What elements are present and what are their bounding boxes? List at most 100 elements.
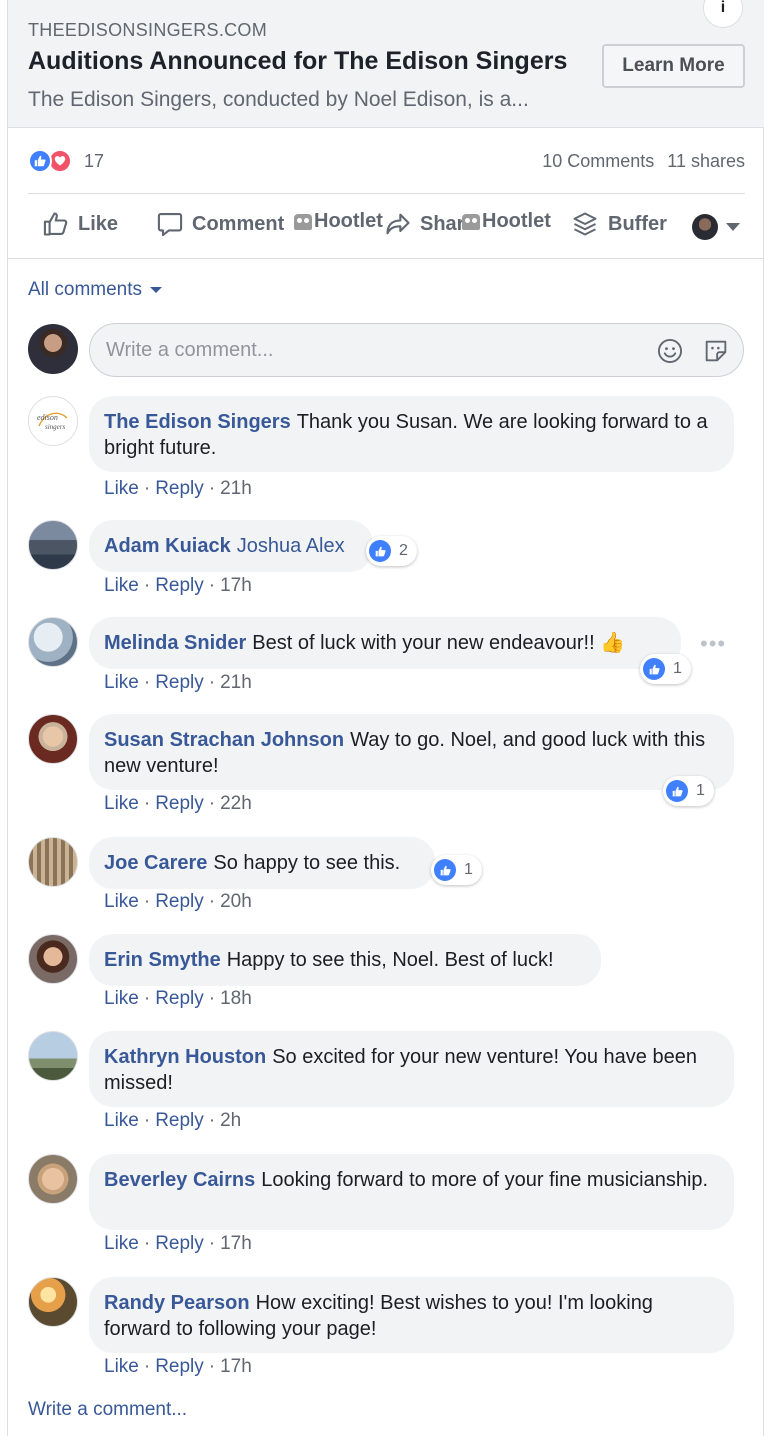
comment-reply-link[interactable]: Reply: [155, 1110, 204, 1131]
comment-meta: Like · Reply · 21h: [104, 672, 252, 693]
comment-reactions[interactable]: 1: [663, 776, 714, 806]
comment-reply-link[interactable]: Reply: [155, 672, 204, 693]
commenter-name[interactable]: The Edison Singers: [104, 411, 291, 433]
comment-meta: Like · Reply · 21h: [104, 478, 252, 499]
avatar[interactable]: [28, 1031, 78, 1081]
avatar[interactable]: [28, 837, 78, 887]
link-preview[interactable]: i THEEDISONSINGERS.COM Auditions Announc…: [8, 0, 764, 128]
comment-like-link[interactable]: Like: [104, 1233, 139, 1254]
write-comment-row: [28, 322, 745, 378]
write-comment-link[interactable]: Write a comment...: [28, 1399, 187, 1421]
comment-reactions[interactable]: 1: [431, 855, 482, 885]
learn-more-button[interactable]: Learn More: [602, 44, 745, 88]
comment-meta: Like · Reply · 20h: [104, 891, 252, 912]
avatar[interactable]: [28, 1277, 78, 1327]
commenter-name[interactable]: Erin Smythe: [104, 949, 221, 971]
comment-reply-link[interactable]: Reply: [155, 478, 204, 499]
comment-reactions[interactable]: 1: [640, 654, 691, 684]
hootlet-button[interactable]: Hootlet: [294, 210, 383, 233]
comment-reply-link[interactable]: Reply: [155, 793, 204, 814]
comment-reply-link[interactable]: Reply: [155, 1356, 204, 1377]
hootlet-owl-icon: [462, 213, 480, 230]
comment-time[interactable]: 18h: [220, 988, 252, 1009]
tagged-person[interactable]: Joshua Alex: [237, 535, 345, 557]
comment-reply-link[interactable]: Reply: [155, 988, 204, 1009]
hootlet-label: Hootlet: [482, 210, 551, 232]
emoji-icon[interactable]: [656, 337, 684, 365]
comment-like-link[interactable]: Like: [104, 891, 139, 912]
hootlet-share-button[interactable]: Hootlet: [462, 210, 551, 233]
comment-like-link[interactable]: Like: [104, 988, 139, 1009]
avatar[interactable]: [28, 324, 78, 374]
like-reaction-icon[interactable]: [28, 149, 52, 173]
comment-time[interactable]: 22h: [220, 793, 252, 814]
reaction-count: 1: [464, 861, 473, 878]
commenter-name[interactable]: Kathryn Houston: [104, 1046, 266, 1068]
all-comments-label: All comments: [28, 279, 143, 300]
comment-bubble: Adam Kuiack Joshua Alex: [89, 520, 373, 572]
divider: [8, 258, 764, 259]
avatar[interactable]: edison singers: [28, 396, 78, 446]
commenter-name[interactable]: Susan Strachan Johnson: [104, 729, 344, 751]
comment-time[interactable]: 21h: [220, 478, 252, 499]
reaction-count: 1: [673, 660, 682, 677]
comment-like-link[interactable]: Like: [104, 575, 139, 596]
comment-reply-link[interactable]: Reply: [155, 1233, 204, 1254]
avatar[interactable]: [28, 714, 78, 764]
comment-meta: Like · Reply · 2h: [104, 1110, 242, 1131]
reaction-count: 2: [399, 542, 408, 559]
comment-like-link[interactable]: Like: [104, 793, 139, 814]
comment-text: Happy to see this, Noel. Best of luck!: [226, 949, 554, 971]
comment-like-link[interactable]: Like: [104, 478, 139, 499]
avatar[interactable]: [28, 1154, 78, 1204]
comment-button[interactable]: Comment: [156, 210, 284, 238]
comment-meta: Like · Reply · 17h: [104, 1356, 252, 1377]
stats-right: 10 Comments 11 shares: [534, 151, 745, 172]
comment-time[interactable]: 21h: [220, 672, 252, 693]
comment-like-link[interactable]: Like: [104, 1110, 139, 1131]
avatar: [692, 214, 718, 240]
comment-time[interactable]: 17h: [220, 1233, 252, 1254]
all-comments-filter[interactable]: All comments: [28, 279, 163, 301]
comment-time[interactable]: 17h: [220, 1356, 252, 1377]
comment-time[interactable]: 17h: [220, 575, 252, 596]
comment-input[interactable]: [106, 336, 626, 364]
svg-text:singers: singers: [45, 423, 66, 431]
comment-bubble: Kathryn Houston So excited for your new v…: [89, 1031, 734, 1107]
avatar[interactable]: [28, 617, 78, 667]
more-options-icon[interactable]: •••: [700, 631, 726, 657]
avatar[interactable]: [28, 934, 78, 984]
commenter-name[interactable]: Joe Carere: [104, 852, 207, 874]
comment-reply-link[interactable]: Reply: [155, 575, 204, 596]
sticker-icon[interactable]: [702, 337, 730, 365]
post-as-selector[interactable]: [692, 214, 740, 240]
info-icon[interactable]: i: [703, 0, 743, 28]
comment-time[interactable]: 20h: [220, 891, 252, 912]
buffer-button[interactable]: Buffer: [570, 210, 667, 238]
reaction-count[interactable]: 17: [84, 151, 104, 172]
commenter-name[interactable]: Melinda Snider: [104, 632, 246, 654]
link-title[interactable]: Auditions Announced for The Edison Singe…: [28, 47, 567, 76]
comment-like-link[interactable]: Like: [104, 1356, 139, 1377]
link-domain: THEEDISONSINGERS.COM: [28, 20, 268, 40]
link-description: The Edison Singers, conducted by Noel Ed…: [28, 88, 529, 111]
comment-bubble: Beverley Cairns Looking forward to more o…: [89, 1154, 734, 1230]
divider: [28, 193, 745, 194]
like-reaction-icon: [666, 780, 688, 802]
caret-down-icon: [726, 223, 740, 231]
comment-like-link[interactable]: Like: [104, 672, 139, 693]
commenter-name[interactable]: Adam Kuiack: [104, 535, 231, 557]
comment-bubble: Joe Carere So happy to see this.: [89, 837, 435, 889]
comment-time[interactable]: 2h: [220, 1110, 241, 1131]
comments-count[interactable]: 10 Comments: [542, 151, 654, 171]
commenter-name[interactable]: Randy Pearson: [104, 1292, 250, 1314]
commenter-name[interactable]: Beverley Cairns: [104, 1169, 255, 1191]
like-button[interactable]: Like: [42, 210, 118, 238]
comment-reactions[interactable]: 2: [366, 536, 417, 566]
comment-text: Looking forward to more of your fine mus…: [261, 1169, 709, 1191]
shares-count[interactable]: 11 shares: [667, 151, 745, 171]
like-reaction-icon: [369, 540, 391, 562]
comment-box[interactable]: [89, 323, 744, 377]
avatar[interactable]: [28, 520, 78, 570]
comment-reply-link[interactable]: Reply: [155, 891, 204, 912]
